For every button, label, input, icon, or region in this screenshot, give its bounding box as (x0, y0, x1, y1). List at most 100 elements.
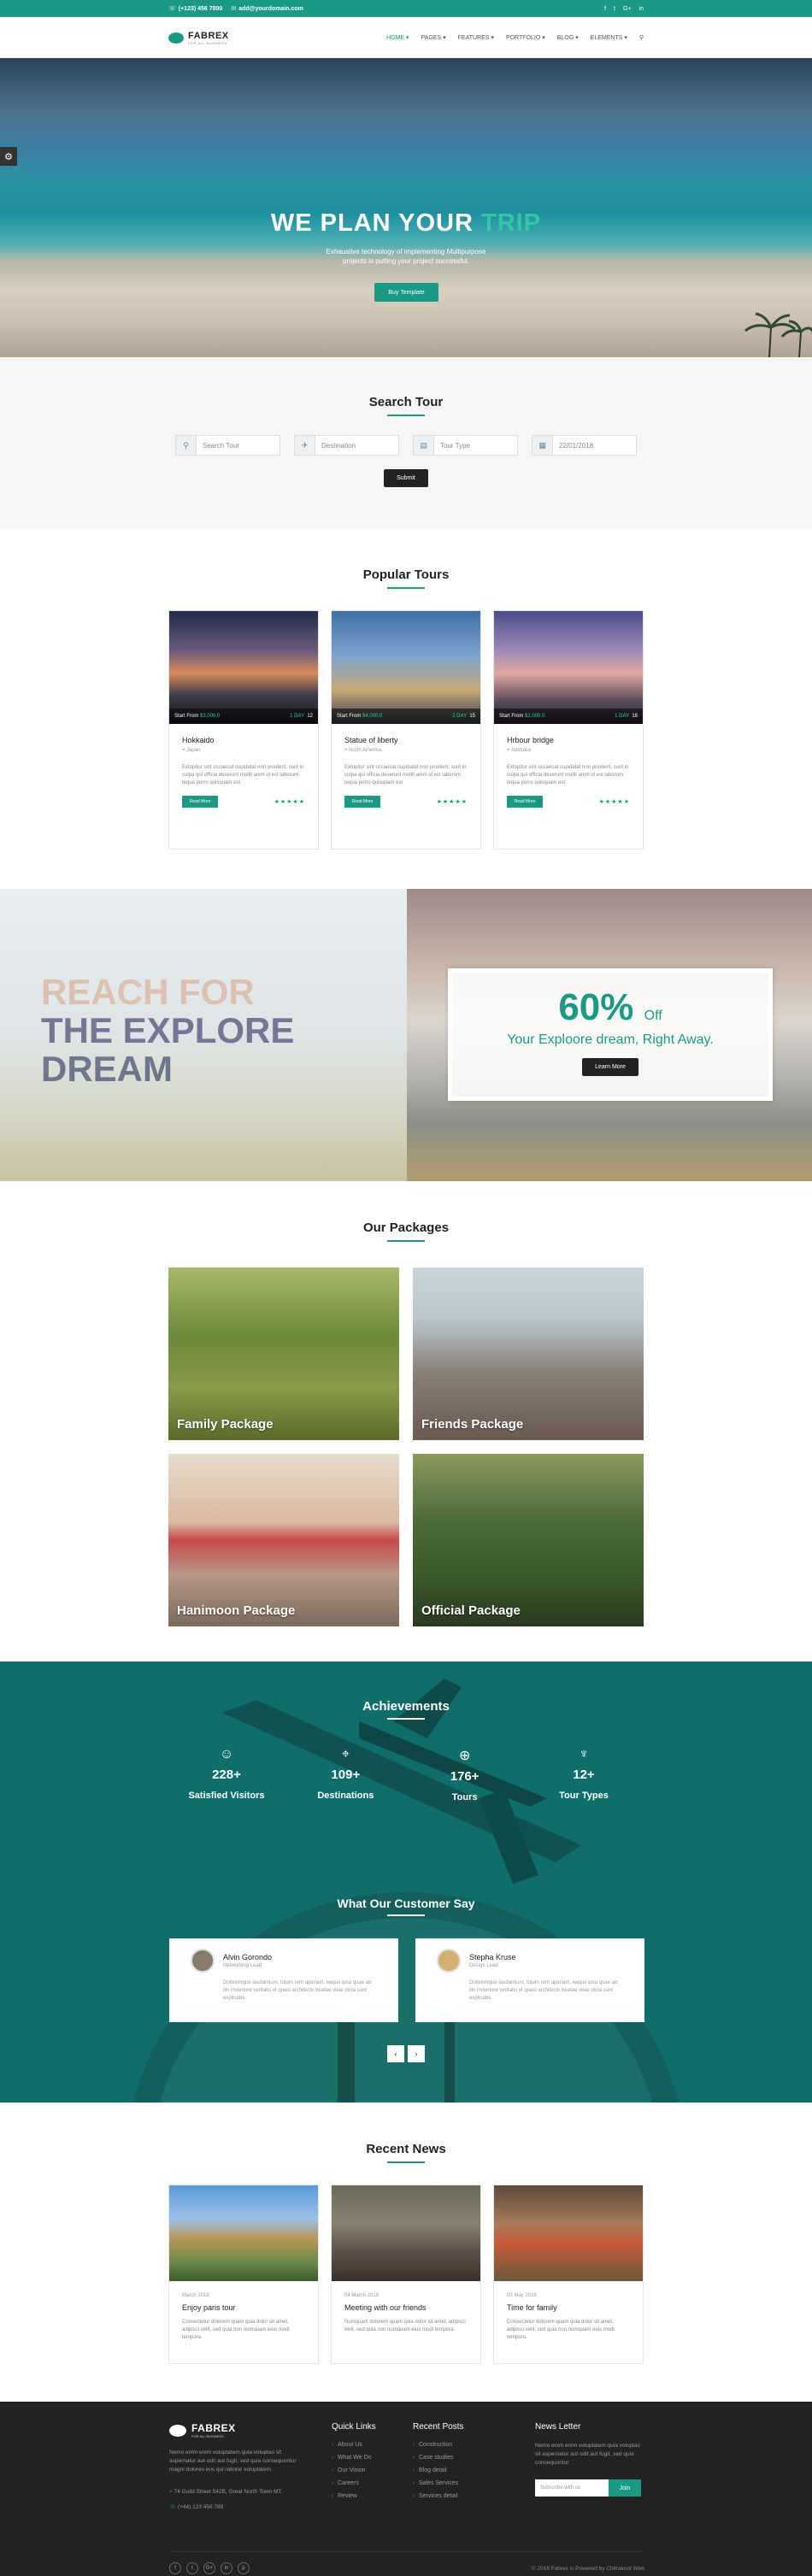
twitter-icon[interactable]: t (614, 6, 615, 12)
pinterest-icon[interactable]: p (238, 2562, 250, 2574)
email-contact[interactable]: ✉ add@yourdomain.com (231, 5, 303, 13)
footer-about-text: Nemo enim enim voluptatem quia voluptas … (169, 2450, 297, 2473)
news-card[interactable]: March 2018 Enjoy paris tour Consectetur … (168, 2185, 319, 2364)
prev-arrow-icon[interactable]: ‹ (387, 2045, 404, 2062)
tour-card[interactable]: Start From $3,000.0 1 DAY 12 Hokkaido ⌖ J… (168, 610, 319, 850)
news-heading[interactable]: Time for family (507, 2303, 630, 2312)
rating-stars-icon: ★★★★★ (274, 799, 305, 805)
read-more-button[interactable]: Read More (182, 796, 218, 808)
testimonial-name: Stepha Kruse (469, 1953, 516, 1961)
nav-features[interactable]: FEATURES ▾ (458, 34, 494, 41)
packages-section: Our Packages Family Package Friends Pack… (0, 1181, 812, 1661)
linkedin-icon[interactable]: in (221, 2562, 232, 2574)
nav-pages[interactable]: PAGES ▾ (421, 34, 446, 41)
google-plus-icon[interactable]: G+ (203, 2562, 215, 2574)
news-heading[interactable]: Meeting with our friends (344, 2303, 468, 2312)
join-button[interactable]: Join (609, 2479, 641, 2497)
subscribe-input[interactable]: Subscribe with us (535, 2479, 609, 2497)
tour-image[interactable]: Start From $2,000.0 1 DAY 18 (494, 611, 643, 724)
search-tour-input[interactable]: Search Tour (197, 436, 279, 455)
logo-mark-icon (169, 2424, 186, 2437)
search-icon[interactable]: ⚲ (639, 34, 644, 41)
news-title: Recent News (366, 2142, 446, 2156)
news-image[interactable] (494, 2185, 643, 2281)
search-tour-field[interactable]: ⚲ Search Tour (175, 435, 280, 456)
tour-description: Extopitur sint occaecat cupidatat non pr… (507, 765, 629, 785)
footer-link[interactable]: Careers (332, 2480, 413, 2486)
facebook-icon[interactable]: f (169, 2562, 181, 2574)
testimonial-text: Doloremque laudantium, totam rem aperiam… (469, 1980, 618, 2001)
google-plus-icon[interactable]: G+ (623, 6, 632, 12)
package-card[interactable]: Family Package (168, 1267, 399, 1440)
nav-portfolio[interactable]: PORTFOLIO ▾ (506, 34, 545, 41)
nav-blog[interactable]: BLOG ▾ (557, 34, 579, 41)
offer-subtitle: Your Exploore dream, Right Away. (507, 1032, 714, 1047)
phone-contact[interactable]: ☏ (+123) 456 7890 (168, 5, 222, 13)
tour-price: $2,000.0 (525, 714, 545, 719)
banner-line2: THE EXPLORE (41, 1010, 295, 1050)
facebook-icon[interactable]: f (604, 6, 606, 12)
footer-link[interactable]: About Us (332, 2442, 413, 2448)
tour-days: 1 DAY (615, 714, 629, 719)
date-input[interactable]: 22/01/2018 (553, 436, 636, 455)
footer-link[interactable]: Sales Services (413, 2480, 535, 2486)
tour-image[interactable]: Start From $4,000.0 2 DAY 15 (332, 611, 480, 724)
tour-type-field[interactable]: ▤ Tour Type (413, 435, 518, 456)
twitter-icon[interactable]: t (186, 2562, 198, 2574)
world-travel-illustration (132, 1679, 680, 2103)
read-more-button[interactable]: Read More (344, 796, 380, 808)
newsletter-text: Nemo enim enim voluptatem quia voluptas … (535, 2443, 640, 2466)
stat-label: Destinations (317, 1791, 374, 1801)
next-arrow-icon[interactable]: › (408, 2045, 425, 2062)
tour-card[interactable]: Start From $4,000.0 2 DAY 15 Statue of li… (331, 610, 481, 850)
palm-trees-image (744, 312, 812, 357)
submit-button[interactable]: Submit (384, 469, 428, 487)
stat-number: 12+ (573, 1767, 595, 1782)
buy-template-button[interactable]: Buy Template (374, 283, 438, 302)
date-field[interactable]: ▦ 22/01/2018 (532, 435, 637, 456)
linkedin-icon[interactable]: in (639, 6, 644, 12)
footer-link[interactable]: Our Vision (332, 2467, 413, 2473)
settings-gear-icon[interactable]: ⚙ (0, 147, 17, 166)
news-image[interactable] (332, 2185, 480, 2281)
globe-icon: ⊕ (458, 1749, 471, 1763)
read-more-button[interactable]: Read More (507, 796, 543, 808)
footer-logo-title: FABREX (191, 2422, 236, 2434)
destination-input[interactable]: Destination (315, 436, 398, 455)
banner-right: 60% Off Your Exploore dream, Right Away.… (407, 889, 812, 1181)
footer-link[interactable]: Case studies (413, 2455, 535, 2461)
tour-name[interactable]: Hokkaido (182, 736, 305, 744)
destination-field[interactable]: ✈ Destination (294, 435, 399, 456)
logo[interactable]: FABREX FOR ALL BUSINESS (168, 31, 229, 45)
footer-logo[interactable]: FABREX FOR ALL BUSINESS (169, 2422, 332, 2438)
tour-image[interactable]: Start From $3,000.0 1 DAY 12 (169, 611, 318, 724)
news-card[interactable]: 04 March 2018 Meeting with our friends N… (331, 2185, 481, 2364)
package-card[interactable]: Official Package (413, 1454, 644, 1626)
footer-link[interactable]: Review (332, 2493, 413, 2499)
news-image[interactable] (169, 2185, 318, 2281)
footer-link[interactable]: What We Do (332, 2455, 413, 2461)
tours-title: Popular Tours (362, 568, 450, 582)
footer-link[interactable]: Blog detail (413, 2467, 535, 2473)
tour-name[interactable]: Hrbour bridge (507, 736, 630, 744)
nav-elements[interactable]: ELEMENTS ▾ (591, 34, 627, 41)
main-nav: HOME ▾ PAGES ▾ FEATURES ▾ PORTFOLIO ▾ BL… (386, 34, 644, 41)
offer-banner: REACH FOR THE EXPLORE DREAM 60% Off Your… (0, 889, 812, 1181)
news-heading[interactable]: Enjoy paris tour (182, 2303, 305, 2312)
footer-link[interactable]: Services detail (413, 2493, 535, 2499)
tour-card[interactable]: Start From $2,000.0 1 DAY 18 Hrbour bridg… (493, 610, 644, 850)
footer-heading: Quick Links (332, 2422, 376, 2432)
search-title: Search Tour (368, 395, 444, 409)
package-card[interactable]: Friends Package (413, 1267, 644, 1440)
banner-line1: REACH FOR (41, 972, 255, 1012)
search-icon: ⚲ (176, 436, 197, 455)
news-card[interactable]: 03 May 2018 Time for family Consectetur … (493, 2185, 644, 2364)
footer-link[interactable]: Construction (413, 2442, 535, 2448)
tour-name[interactable]: Statue of liberty (344, 736, 468, 744)
header: FABREX FOR ALL BUSINESS HOME ▾ PAGES ▾ F… (0, 17, 812, 58)
learn-more-button[interactable]: Learn More (582, 1058, 638, 1076)
tour-type-input[interactable]: Tour Type (434, 436, 517, 455)
package-card[interactable]: Hanimoon Package (168, 1454, 399, 1626)
copyright-text: © 2018 Fabrex is Powered by Chitrakoot W… (531, 2565, 644, 2572)
nav-home[interactable]: HOME ▾ (386, 34, 409, 41)
